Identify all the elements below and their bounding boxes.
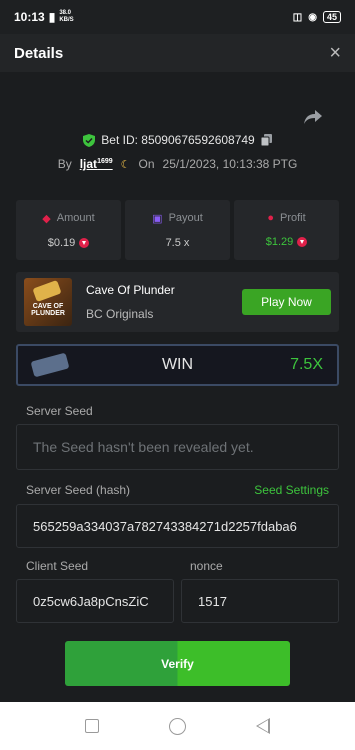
payout-value: 7.5 x: [165, 236, 190, 249]
status-time: 10:13: [14, 10, 45, 24]
game-category: BC Originals: [86, 307, 154, 321]
status-bar: 10:13 ▮ 38.0 KB/S ◫ ◉ 45: [0, 0, 355, 34]
nonce-label: nonce: [190, 559, 223, 573]
stat-payout: ▣ Payout 7.5 x: [125, 200, 230, 260]
bet-datetime: 25/1/2023, 10:13:38 PTG: [162, 157, 298, 171]
close-icon[interactable]: ×: [329, 42, 341, 65]
verify-button[interactable]: Verify: [65, 641, 290, 686]
payout-label: Payout: [168, 212, 203, 224]
game-info: Cave Of Plunder BC Originals: [86, 283, 175, 321]
nonce-field[interactable]: 1517: [181, 579, 339, 623]
signal-icon: ▮: [48, 10, 56, 24]
amount-label-row: ◆ Amount: [42, 212, 94, 225]
result-banner: WIN 7.5X: [16, 344, 339, 386]
stat-profit: ● Profit $1.29: [234, 200, 339, 260]
trx-coin-icon: [297, 237, 308, 247]
result-multiplier: 7.5X: [290, 356, 323, 373]
battery-level: 45: [326, 12, 337, 22]
by-label: By: [57, 157, 72, 171]
moon-icon: ☾: [120, 158, 131, 171]
payout-icon: ▣: [152, 212, 163, 225]
seed-settings-link[interactable]: Seed Settings: [254, 483, 329, 497]
play-now-button[interactable]: Play Now: [242, 289, 331, 315]
bet-id: Bet ID: 85090676592608749: [101, 133, 255, 147]
network-speed: 38.0 KB/S: [59, 10, 73, 24]
server-seed-hash-label: Server Seed (hash): [26, 483, 131, 497]
wifi-icon: ◉: [308, 11, 317, 23]
payout-label-row: ▣ Payout: [152, 212, 203, 225]
server-seed-hash-field[interactable]: 565259a334037a782743384271d2257fdaba6: [16, 504, 339, 548]
client-seed-field[interactable]: 0z5cw6Ja8pCnsZiC: [16, 579, 174, 623]
details-header: Details ×: [0, 34, 355, 72]
game-card: CAVE OF PLUNDER Cave Of Plunder BC Origi…: [16, 272, 339, 332]
payout-value-row: 7.5 x: [166, 237, 190, 249]
amount-value: $0.19: [47, 236, 76, 249]
system-nav-bar: [0, 702, 355, 750]
bet-byline: By ljat1699 ☾ On 25/1/2023, 10:13:38 PTG: [0, 157, 355, 171]
server-seed-label: Server Seed: [26, 404, 93, 418]
user-level: 1699: [97, 158, 113, 165]
profit-value: $1.29: [265, 236, 294, 248]
client-seed-label: Client Seed: [26, 559, 89, 573]
amount-label: Amount: [56, 212, 95, 224]
game-thumbnail-title: CAVE OF PLUNDER: [31, 303, 65, 317]
username-link[interactable]: ljat1699: [80, 157, 113, 171]
profit-label: Profit: [279, 212, 306, 224]
back-icon[interactable]: [256, 718, 270, 734]
network-speed-unit: KB/S: [59, 17, 74, 23]
profit-label-row: ● Profit: [267, 212, 305, 224]
trx-coin-icon: [79, 237, 90, 248]
verified-shield-icon: [83, 133, 96, 147]
game-thumbnail[interactable]: CAVE OF PLUNDER: [24, 278, 72, 326]
bet-stats: ◆ Amount $0.19 ▣ Payout 7.5 x ● Profit $…: [16, 200, 339, 260]
amount-value-row: $0.19: [48, 237, 90, 249]
bet-id-row: Bet ID: 85090676592608749: [0, 133, 355, 147]
game-name: Cave Of Plunder: [86, 283, 175, 297]
home-icon[interactable]: [169, 717, 186, 735]
recents-icon[interactable]: [85, 719, 99, 733]
vibrate-icon: ◫: [292, 11, 303, 23]
amount-icon: ◆: [42, 212, 51, 225]
on-label: On: [138, 157, 155, 171]
network-speed-value: 38.0: [59, 10, 71, 16]
username[interactable]: ljat: [80, 157, 97, 171]
stat-amount: ◆ Amount $0.19: [16, 200, 121, 260]
battery-icon: 45: [322, 11, 341, 23]
server-seed-field: The Seed hasn't been revealed yet.: [16, 424, 339, 470]
profit-value-row: $1.29: [266, 236, 308, 248]
pickaxe-icon: [32, 279, 62, 303]
page-title: Details: [14, 44, 64, 62]
share-icon[interactable]: [303, 108, 323, 126]
copy-icon[interactable]: [260, 134, 272, 146]
profit-icon: ●: [267, 212, 274, 224]
